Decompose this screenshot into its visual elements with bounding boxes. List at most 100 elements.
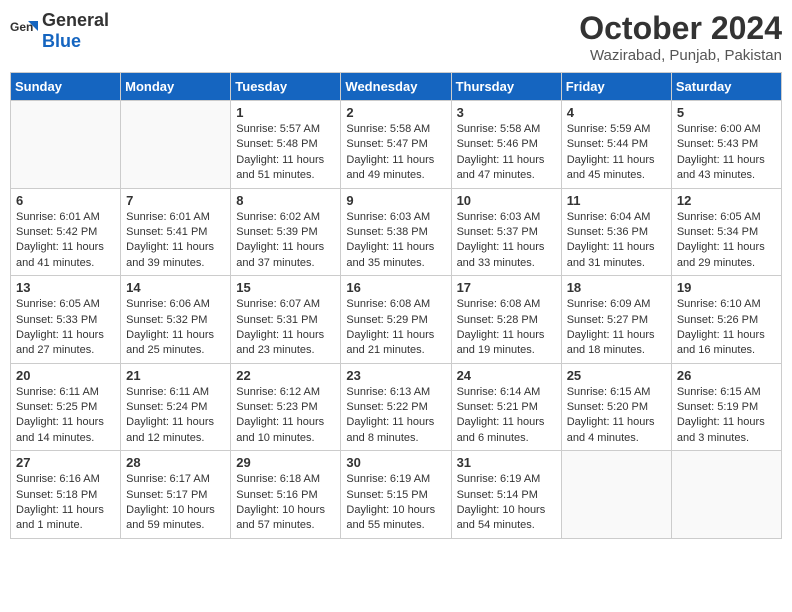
- calendar-day-cell: 21 Sunrise: 6:11 AM Sunset: 5:24 PM Dayli…: [121, 363, 231, 451]
- calendar-day-cell: 24 Sunrise: 6:14 AM Sunset: 5:21 PM Dayli…: [451, 363, 561, 451]
- calendar-day-cell: 6 Sunrise: 6:01 AM Sunset: 5:42 PM Daylig…: [11, 188, 121, 276]
- day-number: 30: [346, 455, 445, 470]
- day-info: Sunrise: 6:03 AM Sunset: 5:38 PM Dayligh…: [346, 210, 445, 272]
- calendar-day-cell: 25Sunrise: 6:15 AM Sunset: 5:20 PM Dayli…: [561, 363, 671, 451]
- month-title: October 2024: [579, 10, 782, 47]
- calendar-day-cell: 23 Sunrise: 6:13 AM Sunset: 5:22 PM Dayli…: [341, 363, 451, 451]
- day-number: 23: [346, 368, 445, 383]
- calendar-header-day: Friday: [561, 73, 671, 101]
- day-info: Sunrise: 6:10 AM Sunset: 5:26 PM Dayligh…: [677, 297, 776, 359]
- day-number: 13: [16, 280, 115, 295]
- calendar-day-cell: [671, 451, 781, 539]
- day-info: Sunrise: 6:12 AM Sunset: 5:23 PM Dayligh…: [236, 385, 335, 447]
- title-area: October 2024 Wazirabad, Punjab, Pakistan: [579, 10, 782, 64]
- calendar-day-cell: 20 Sunrise: 6:11 AM Sunset: 5:25 PM Dayli…: [11, 363, 121, 451]
- day-number: 17: [457, 280, 556, 295]
- day-info: Sunrise: 5:57 AM Sunset: 5:48 PM Dayligh…: [236, 122, 335, 184]
- calendar-day-cell: 11Sunrise: 6:04 AM Sunset: 5:36 PM Dayli…: [561, 188, 671, 276]
- logo-icon: Gen: [10, 17, 38, 45]
- day-info: Sunrise: 6:06 AM Sunset: 5:32 PM Dayligh…: [126, 297, 225, 359]
- day-number: 21: [126, 368, 225, 383]
- day-number: 20: [16, 368, 115, 383]
- header: Gen General Blue October 2024 Wazirabad,…: [10, 10, 782, 64]
- calendar-day-cell: 26 Sunrise: 6:15 AM Sunset: 5:19 PM Dayli…: [671, 363, 781, 451]
- calendar-day-cell: [11, 101, 121, 189]
- calendar-day-cell: 22 Sunrise: 6:12 AM Sunset: 5:23 PM Dayli…: [231, 363, 341, 451]
- day-info: Sunrise: 6:08 AM Sunset: 5:28 PM Dayligh…: [457, 297, 556, 359]
- day-info: Sunrise: 6:08 AM Sunset: 5:29 PM Dayligh…: [346, 297, 445, 359]
- calendar-day-cell: 9Sunrise: 6:03 AM Sunset: 5:38 PM Daylig…: [341, 188, 451, 276]
- day-number: 1: [236, 105, 335, 120]
- calendar-day-cell: [121, 101, 231, 189]
- day-info: Sunrise: 6:18 AM Sunset: 5:16 PM Dayligh…: [236, 472, 335, 534]
- day-number: 16: [346, 280, 445, 295]
- calendar-table: SundayMondayTuesdayWednesdayThursdayFrid…: [10, 72, 782, 539]
- calendar-body: 1 Sunrise: 5:57 AM Sunset: 5:48 PM Daylig…: [11, 101, 782, 539]
- day-number: 5: [677, 105, 776, 120]
- day-number: 15: [236, 280, 335, 295]
- logo-general: General: [42, 10, 109, 30]
- calendar-week-row: 20 Sunrise: 6:11 AM Sunset: 5:25 PM Dayli…: [11, 363, 782, 451]
- calendar-day-cell: 17 Sunrise: 6:08 AM Sunset: 5:28 PM Dayli…: [451, 276, 561, 364]
- calendar-day-cell: 16 Sunrise: 6:08 AM Sunset: 5:29 PM Dayli…: [341, 276, 451, 364]
- day-number: 19: [677, 280, 776, 295]
- calendar-day-cell: 29Sunrise: 6:18 AM Sunset: 5:16 PM Dayli…: [231, 451, 341, 539]
- day-info: Sunrise: 5:59 AM Sunset: 5:44 PM Dayligh…: [567, 122, 666, 184]
- day-info: Sunrise: 6:11 AM Sunset: 5:25 PM Dayligh…: [16, 385, 115, 447]
- day-number: 2: [346, 105, 445, 120]
- day-info: Sunrise: 6:11 AM Sunset: 5:24 PM Dayligh…: [126, 385, 225, 447]
- day-number: 18: [567, 280, 666, 295]
- calendar-day-cell: 27 Sunrise: 6:16 AM Sunset: 5:18 PM Dayli…: [11, 451, 121, 539]
- calendar-day-cell: 30 Sunrise: 6:19 AM Sunset: 5:15 PM Dayli…: [341, 451, 451, 539]
- calendar-day-cell: 18 Sunrise: 6:09 AM Sunset: 5:27 PM Dayli…: [561, 276, 671, 364]
- calendar-week-row: 6 Sunrise: 6:01 AM Sunset: 5:42 PM Daylig…: [11, 188, 782, 276]
- calendar-day-cell: 15Sunrise: 6:07 AM Sunset: 5:31 PM Dayli…: [231, 276, 341, 364]
- day-number: 22: [236, 368, 335, 383]
- day-info: Sunrise: 6:02 AM Sunset: 5:39 PM Dayligh…: [236, 210, 335, 272]
- location-title: Wazirabad, Punjab, Pakistan: [579, 47, 782, 64]
- day-info: Sunrise: 6:17 AM Sunset: 5:17 PM Dayligh…: [126, 472, 225, 534]
- day-number: 7: [126, 193, 225, 208]
- day-number: 10: [457, 193, 556, 208]
- calendar-day-cell: 8Sunrise: 6:02 AM Sunset: 5:39 PM Daylig…: [231, 188, 341, 276]
- day-info: Sunrise: 6:13 AM Sunset: 5:22 PM Dayligh…: [346, 385, 445, 447]
- day-number: 26: [677, 368, 776, 383]
- day-info: Sunrise: 6:16 AM Sunset: 5:18 PM Dayligh…: [16, 472, 115, 534]
- calendar-header-day: Thursday: [451, 73, 561, 101]
- calendar-header-day: Tuesday: [231, 73, 341, 101]
- logo: Gen General Blue: [10, 10, 109, 52]
- calendar-week-row: 1 Sunrise: 5:57 AM Sunset: 5:48 PM Daylig…: [11, 101, 782, 189]
- day-info: Sunrise: 6:15 AM Sunset: 5:19 PM Dayligh…: [677, 385, 776, 447]
- calendar-day-cell: 7 Sunrise: 6:01 AM Sunset: 5:41 PM Daylig…: [121, 188, 231, 276]
- day-number: 3: [457, 105, 556, 120]
- day-info: Sunrise: 5:58 AM Sunset: 5:46 PM Dayligh…: [457, 122, 556, 184]
- calendar-header-day: Wednesday: [341, 73, 451, 101]
- day-info: Sunrise: 5:58 AM Sunset: 5:47 PM Dayligh…: [346, 122, 445, 184]
- day-info: Sunrise: 6:19 AM Sunset: 5:14 PM Dayligh…: [457, 472, 556, 534]
- day-info: Sunrise: 6:04 AM Sunset: 5:36 PM Dayligh…: [567, 210, 666, 272]
- calendar-header-day: Sunday: [11, 73, 121, 101]
- calendar-header-day: Monday: [121, 73, 231, 101]
- day-number: 4: [567, 105, 666, 120]
- day-number: 28: [126, 455, 225, 470]
- day-info: Sunrise: 6:01 AM Sunset: 5:41 PM Dayligh…: [126, 210, 225, 272]
- calendar-day-cell: 14Sunrise: 6:06 AM Sunset: 5:32 PM Dayli…: [121, 276, 231, 364]
- day-info: Sunrise: 6:05 AM Sunset: 5:34 PM Dayligh…: [677, 210, 776, 272]
- day-number: 27: [16, 455, 115, 470]
- calendar-day-cell: [561, 451, 671, 539]
- day-info: Sunrise: 6:09 AM Sunset: 5:27 PM Dayligh…: [567, 297, 666, 359]
- day-info: Sunrise: 6:14 AM Sunset: 5:21 PM Dayligh…: [457, 385, 556, 447]
- day-number: 6: [16, 193, 115, 208]
- day-number: 25: [567, 368, 666, 383]
- day-number: 24: [457, 368, 556, 383]
- day-info: Sunrise: 6:05 AM Sunset: 5:33 PM Dayligh…: [16, 297, 115, 359]
- calendar-day-cell: 4 Sunrise: 5:59 AM Sunset: 5:44 PM Daylig…: [561, 101, 671, 189]
- calendar-day-cell: 19 Sunrise: 6:10 AM Sunset: 5:26 PM Dayli…: [671, 276, 781, 364]
- calendar-day-cell: 1 Sunrise: 5:57 AM Sunset: 5:48 PM Daylig…: [231, 101, 341, 189]
- calendar-day-cell: 10Sunrise: 6:03 AM Sunset: 5:37 PM Dayli…: [451, 188, 561, 276]
- day-info: Sunrise: 6:00 AM Sunset: 5:43 PM Dayligh…: [677, 122, 776, 184]
- calendar-header-day: Saturday: [671, 73, 781, 101]
- day-info: Sunrise: 6:19 AM Sunset: 5:15 PM Dayligh…: [346, 472, 445, 534]
- day-info: Sunrise: 6:01 AM Sunset: 5:42 PM Dayligh…: [16, 210, 115, 272]
- calendar-week-row: 27 Sunrise: 6:16 AM Sunset: 5:18 PM Dayli…: [11, 451, 782, 539]
